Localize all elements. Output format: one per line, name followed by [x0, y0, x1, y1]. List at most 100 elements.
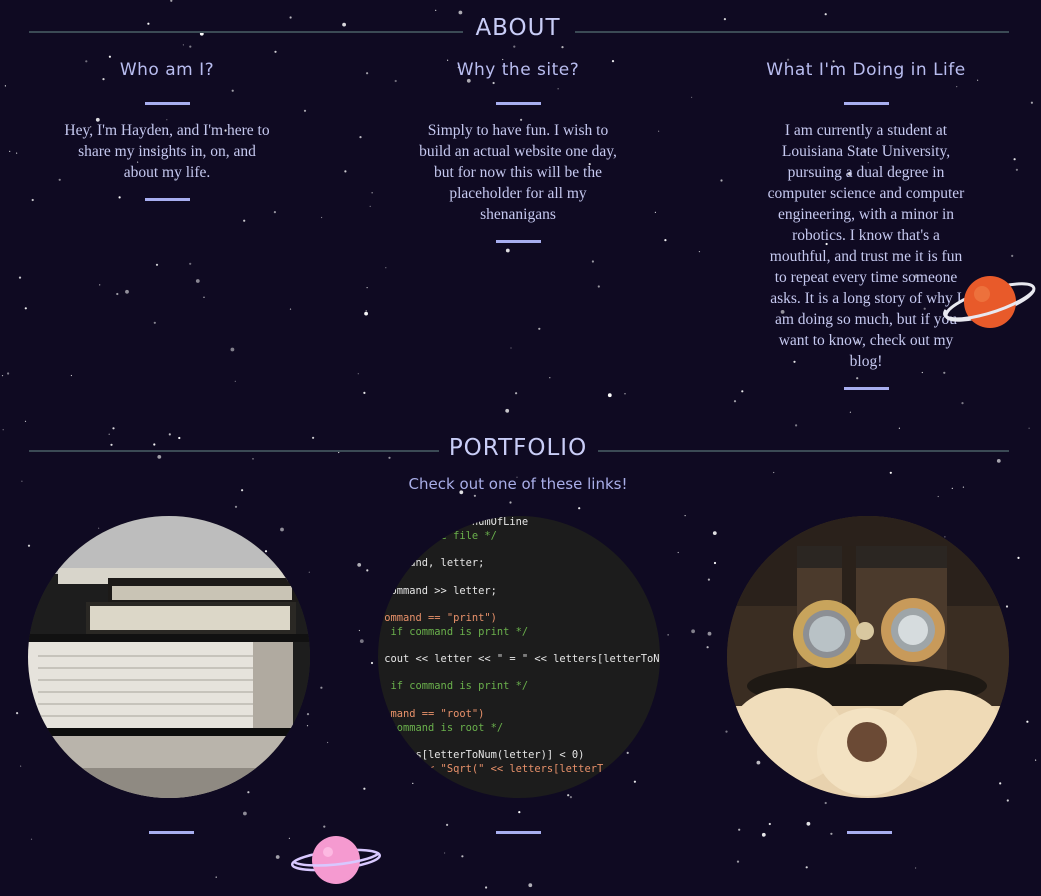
star	[1017, 556, 1020, 560]
star	[366, 287, 368, 289]
star	[327, 741, 329, 744]
code-image-text: eNum < numOfLine in the file */ ommand, …	[378, 516, 660, 776]
star	[234, 505, 238, 508]
star	[805, 866, 808, 869]
star	[157, 455, 162, 459]
code-line-13: if command is print */	[378, 680, 529, 693]
star	[1011, 254, 1014, 257]
star	[243, 219, 246, 222]
code-line-1: eNum < numOfLine	[378, 516, 529, 528]
star	[806, 821, 811, 826]
star	[112, 427, 115, 430]
star	[369, 205, 371, 207]
star	[889, 471, 892, 474]
star	[371, 192, 373, 194]
star	[654, 211, 657, 213]
star	[189, 262, 192, 265]
star	[569, 796, 573, 799]
star	[624, 393, 626, 395]
about-column-who: Who am I? Hey, I'm Hayden, and I'm here …	[37, 60, 297, 201]
star	[795, 424, 798, 427]
star	[168, 433, 171, 436]
star	[773, 471, 775, 474]
star	[667, 634, 669, 636]
star	[961, 402, 964, 405]
star	[664, 239, 667, 242]
star	[306, 725, 309, 727]
star	[31, 198, 34, 202]
star	[280, 527, 284, 532]
code-line-4: ommand, letter;	[378, 557, 485, 570]
star	[273, 211, 276, 214]
star	[24, 420, 27, 422]
star	[937, 495, 939, 498]
orange-planet-icon	[943, 276, 1036, 328]
star	[370, 661, 374, 665]
star	[567, 794, 570, 797]
star	[366, 72, 369, 75]
code-line-11: cout << letter << " = " << letters[lette…	[378, 653, 660, 666]
code-line-9: if command is print */	[378, 625, 529, 638]
portfolio-code-dash	[496, 831, 541, 834]
star	[99, 284, 101, 286]
code-line-8: ommand == "print")	[378, 611, 497, 624]
star	[435, 9, 437, 11]
star	[725, 730, 728, 733]
star	[16, 152, 18, 154]
star	[633, 780, 637, 783]
star	[996, 459, 1001, 463]
star	[215, 876, 217, 878]
star	[1028, 427, 1030, 429]
star	[116, 292, 119, 296]
star	[591, 260, 595, 263]
star	[189, 45, 192, 48]
star	[1, 375, 4, 377]
portfolio-link-books[interactable]	[28, 516, 310, 798]
star	[323, 825, 326, 828]
star	[706, 646, 709, 649]
star	[338, 451, 340, 454]
portfolio-link-code[interactable]: eNum < numOfLine in the file */ ommand, …	[378, 516, 660, 798]
code-line-6: ommand >> letter;	[378, 584, 497, 597]
star	[366, 569, 369, 572]
portfolio-link-robot[interactable]	[727, 516, 1009, 798]
star	[303, 109, 307, 112]
star	[203, 296, 205, 298]
star	[20, 765, 22, 767]
star	[308, 571, 310, 573]
portfolio-books-dash	[149, 831, 194, 834]
star	[549, 377, 551, 379]
star	[21, 480, 23, 482]
star	[18, 276, 22, 279]
star	[756, 760, 761, 765]
star	[768, 822, 771, 826]
star	[518, 811, 521, 814]
star	[108, 55, 111, 58]
star	[1026, 720, 1029, 723]
star	[528, 883, 533, 888]
star	[720, 179, 723, 182]
star	[761, 832, 766, 837]
star	[147, 22, 150, 25]
star	[712, 531, 717, 535]
life-dash-top	[843, 102, 889, 105]
star	[1035, 759, 1037, 761]
star	[4, 85, 6, 87]
why-heading: Why the site?	[456, 60, 580, 80]
star	[461, 855, 464, 858]
star	[951, 487, 953, 489]
star	[999, 782, 1002, 785]
books-image	[28, 516, 310, 798]
star	[707, 578, 711, 581]
star	[684, 515, 686, 517]
star	[738, 828, 741, 831]
why-text: Simply to have fun. I wish to build an a…	[419, 122, 617, 223]
star	[243, 811, 247, 816]
star	[597, 285, 600, 288]
star	[962, 486, 965, 488]
star	[289, 16, 292, 19]
star	[538, 327, 541, 330]
pink-planet-icon	[290, 836, 382, 884]
star	[691, 96, 693, 98]
star	[363, 787, 366, 790]
